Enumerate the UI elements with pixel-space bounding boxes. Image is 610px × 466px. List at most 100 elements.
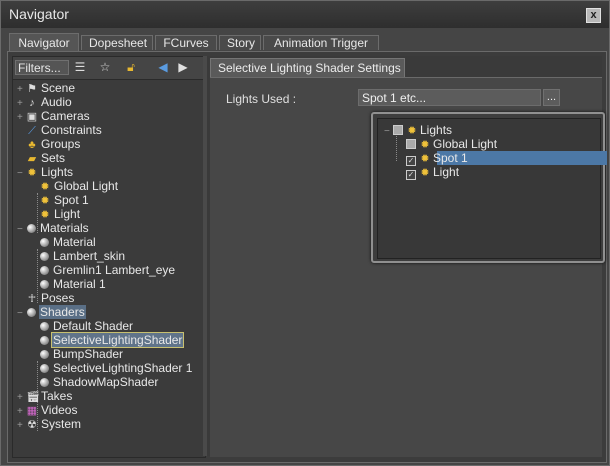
tree-item-label: Shaders (39, 305, 86, 319)
tree-item-label: Spot 1 (433, 151, 468, 165)
tree-item-lambert-skin[interactable]: Lambert_skin (39, 249, 126, 263)
tab-navigator[interactable]: Navigator (9, 33, 79, 51)
tree-item-label: Cameras (41, 109, 90, 123)
collapse-icon[interactable]: − (17, 223, 26, 237)
browse-lights-button[interactable]: ... (543, 89, 560, 106)
tree-item-selective-lighting-shader-1[interactable]: SelectiveLightingShader 1 (39, 361, 193, 375)
tree-item-label: Poses (41, 291, 75, 305)
tree-item-label: Constraints (41, 123, 102, 137)
sphere-icon (40, 378, 49, 387)
tree-item-takes[interactable]: + 🎬︎Takes (17, 389, 73, 403)
collapse-icon[interactable]: − (17, 167, 26, 181)
tab-selective-lighting-shader-settings[interactable]: Selective Lighting Shader Settings (210, 58, 405, 77)
tree-item-gremlin-lambert-eye[interactable]: Gremlin1 Lambert_eye (39, 263, 176, 277)
tree-item-label: Sets (41, 151, 66, 165)
tree-item-shadow-map-shader[interactable]: ShadowMapShader (39, 375, 159, 389)
tree-item-label: Lights (41, 165, 74, 179)
arrow-right-icon[interactable]: ▶ (176, 60, 190, 74)
tree-item-label: Material 1 (53, 277, 106, 291)
tree-item-material-1[interactable]: Material 1 (39, 277, 107, 291)
tree-item-label: Takes (41, 389, 73, 403)
tab-fcurves[interactable]: FCurves (155, 35, 217, 50)
browser-toolbar: Filters... ☰ ☆ 🔓︎ ◀ ▶ (13, 57, 205, 80)
sphere-icon (40, 280, 49, 289)
popup-tree-item-spot-1[interactable]: ✓ ✹ Spot 1 (406, 151, 468, 166)
collapse-icon[interactable]: − (384, 125, 393, 139)
tree-item-sets[interactable]: ▰ Sets (17, 151, 66, 165)
light-icon: ✹ (420, 139, 430, 151)
sphere-icon (40, 266, 49, 275)
tab-bar: Navigator Dopesheet FCurves Story Animat… (7, 33, 603, 51)
tree-item-label: System (41, 417, 82, 431)
popup-tree-item-global-light[interactable]: ✹ Global Light (406, 137, 497, 151)
tree-item-label: BumpShader (53, 347, 124, 361)
tree-item-audio[interactable]: + ♪ Audio (17, 95, 73, 109)
tree-item-lights[interactable]: − ✹ Lights (17, 165, 74, 179)
expand-icon[interactable]: + (17, 419, 26, 433)
tree-item-label: Material (53, 235, 96, 249)
system-icon: ☢ (27, 419, 37, 431)
tree-item-label: Groups (41, 137, 81, 151)
camera-icon: ▣ (26, 111, 38, 123)
close-button[interactable]: x (586, 8, 601, 23)
lights-popup-tree: − ✹ Lights ✹ Global Light ✓ ✹ Spot 1 ✓ ✹ Light (377, 118, 607, 259)
tree-item-videos[interactable]: + ▦ Videos (17, 403, 78, 417)
tree-item-selective-lighting-shader[interactable]: SelectiveLightingShader (39, 332, 185, 348)
lights-used-field[interactable]: Spot 1 etc... (358, 89, 541, 106)
tree-item-system[interactable]: + ☢ System (17, 417, 82, 431)
tree-item-poses[interactable]: ☥ Poses (17, 291, 75, 305)
tree-item-label: SelectiveLightingShader (50, 332, 185, 348)
arrow-left-icon[interactable]: ◀ (156, 60, 170, 74)
title-bar[interactable]: Navigator x (1, 1, 609, 28)
tree-item-spot-1[interactable]: ✹ Spot 1 (39, 193, 90, 207)
sphere-icon (40, 252, 49, 261)
tree-item-groups[interactable]: ♣ Groups (17, 137, 81, 151)
tree-item-light[interactable]: ✹ Light (39, 207, 81, 221)
tree-item-label: Scene (41, 81, 76, 95)
sphere-icon (40, 336, 49, 345)
lock-icon[interactable]: 🔓︎ (124, 60, 138, 74)
checked-checkbox[interactable]: ✓ (406, 170, 416, 180)
tab-story[interactable]: Story (219, 35, 261, 50)
tree-item-label: Gremlin1 Lambert_eye (53, 263, 176, 277)
tree-item-materials[interactable]: − Materials (17, 221, 90, 235)
light-icon: ✹ (420, 167, 430, 179)
audio-icon: ♪ (29, 97, 35, 109)
tree-item-shaders[interactable]: − Shaders (17, 305, 201, 319)
scene-browser: Filters... ☰ ☆ 🔓︎ ◀ ▶ + ⚑ Scene + ♪ Audio + ▣… (12, 56, 206, 458)
tree-item-cameras[interactable]: + ▣ Cameras (17, 109, 91, 123)
sphere-icon (40, 238, 49, 247)
partial-checkbox[interactable] (393, 125, 403, 135)
filters-button[interactable]: Filters... (15, 60, 69, 75)
unchecked-checkbox[interactable] (406, 139, 416, 149)
sphere-icon (27, 224, 36, 233)
list-icon[interactable]: ☰ (73, 60, 87, 74)
star-icon[interactable]: ☆ (98, 60, 112, 74)
tab-dopesheet[interactable]: Dopesheet (81, 35, 153, 50)
tree-item-label: Audio (41, 95, 72, 109)
tree-item-global-light[interactable]: ✹ Global Light (39, 179, 119, 193)
tree-item-label: Materials (40, 221, 89, 235)
tab-animation-trigger[interactable]: Animation Trigger (263, 35, 379, 50)
collapse-icon[interactable]: − (17, 307, 26, 321)
popup-tree-item-lights[interactable]: − ✹ Lights (384, 123, 452, 137)
light-icon: ✹ (407, 125, 417, 137)
settings-body: Lights Used : Spot 1 etc... ... − ✹ Lights… (210, 77, 607, 457)
tree-item-constraints[interactable]: ⟋ Constraints (17, 123, 103, 137)
video-icon: ▦ (26, 405, 38, 417)
tree-item-scene[interactable]: + ⚑ Scene (17, 81, 76, 95)
sphere-icon (40, 322, 49, 331)
scene-icon: ⚑ (27, 83, 37, 95)
pose-icon: ☥ (27, 293, 37, 305)
tree-item-bump-shader[interactable]: BumpShader (39, 347, 124, 361)
tree-item-label: Lights (420, 123, 453, 137)
tree-item-label: Global Light (54, 179, 119, 193)
lights-used-label: Lights Used : (226, 92, 297, 106)
tree-item-material[interactable]: Material (39, 235, 97, 249)
popup-tree-item-light[interactable]: ✓ ✹ Light (406, 165, 459, 180)
light-icon: ✹ (40, 181, 50, 193)
light-icon: ✹ (420, 153, 430, 165)
tree-item-default-shader[interactable]: Default Shader (39, 319, 134, 333)
sphere-icon (27, 308, 36, 317)
tree-item-label: Light (54, 207, 81, 221)
